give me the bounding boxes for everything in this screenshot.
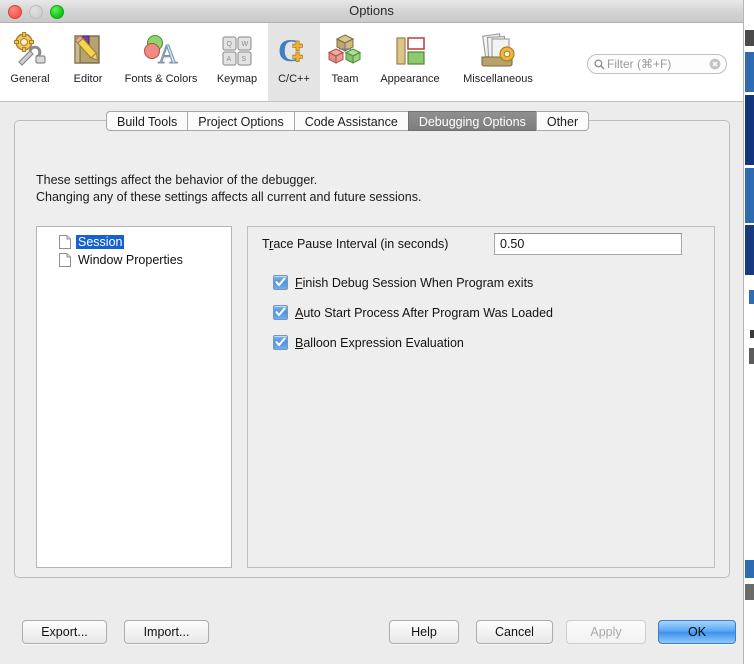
- svg-text:A: A: [158, 39, 178, 68]
- label-part-post: alloon Expression Evaluation: [303, 335, 464, 350]
- checkbox-label: Auto Start Process After Program Was Loa…: [295, 306, 553, 320]
- keyboard-keys-icon: Q W A S: [219, 29, 255, 71]
- import-button[interactable]: Import...: [124, 620, 209, 644]
- documents-gear-icon: [478, 29, 518, 71]
- svg-text:S: S: [242, 56, 247, 63]
- document-icon: [59, 253, 71, 267]
- toolbar-item-appearance[interactable]: Appearance: [370, 23, 450, 101]
- toolbar-item-label: C/C++: [278, 73, 310, 85]
- checkbox-label: Finish Debug Session When Program exits: [295, 276, 533, 290]
- label-part-post: uto Start Process After Program Was Load…: [303, 305, 553, 320]
- tree-item-window-properties[interactable]: Window Properties: [37, 251, 231, 269]
- tab-debugging-options[interactable]: Debugging Options: [407, 111, 536, 131]
- screen: Options General Editor A Fonts & Colors …: [0, 0, 754, 664]
- options-tab-bar: Build Tools Project Options Code Assista…: [106, 111, 590, 131]
- search-icon: [594, 58, 605, 70]
- toolbar-item-team[interactable]: Team: [320, 23, 370, 101]
- checkbox-label: Balloon Expression Evaluation: [295, 336, 464, 350]
- toolbar-item-label: Keymap: [216, 73, 258, 85]
- filter-search-field[interactable]: Filter (⌘+F): [587, 54, 727, 74]
- cubes-icon: [327, 29, 363, 71]
- toolbar-item-label: Team: [331, 73, 359, 85]
- toolbar-item-miscellaneous[interactable]: Miscellaneous: [450, 23, 546, 101]
- search-input[interactable]: Filter (⌘+F): [607, 57, 709, 71]
- checkbox-finish-debug-session[interactable]: Finish Debug Session When Program exits: [273, 275, 533, 290]
- checkbox-auto-start-process[interactable]: Auto Start Process After Program Was Loa…: [273, 305, 553, 320]
- toolbar-item-editor[interactable]: Editor: [60, 23, 116, 101]
- options-window: Options General Editor A Fonts & Colors …: [0, 0, 744, 664]
- toolbar-item-label: Fonts & Colors: [124, 73, 198, 85]
- ok-button[interactable]: OK: [658, 620, 736, 644]
- description-text: These settings affect the behavior of th…: [36, 172, 421, 206]
- tree-item-label: Window Properties: [78, 253, 183, 267]
- apply-button: Apply: [566, 620, 646, 644]
- settings-pane: Trace Pause Interval (in seconds) 0.50 F…: [247, 226, 715, 568]
- tree-item-session[interactable]: Session: [37, 233, 231, 251]
- svg-text:Q: Q: [227, 41, 233, 48]
- toolbar-item-c-cpp[interactable]: C C/C++: [268, 23, 320, 101]
- book-pencil-icon: [71, 29, 105, 71]
- toolbar-item-label: Appearance: [380, 73, 440, 85]
- checkbox-balloon-expression-evaluation[interactable]: Balloon Expression Evaluation: [273, 335, 464, 350]
- export-button[interactable]: Export...: [22, 620, 107, 644]
- checkbox-icon[interactable]: [273, 335, 288, 350]
- toolbar-item-label: Editor: [73, 73, 103, 85]
- help-button[interactable]: Help: [389, 620, 459, 644]
- c-plus-plus-icon: C: [277, 29, 311, 71]
- options-toolbar: General Editor A Fonts & Colors Q W A S …: [0, 23, 743, 102]
- gear-wrench-icon: [11, 29, 49, 71]
- toolbar-item-keymap[interactable]: Q W A S Keymap: [206, 23, 268, 101]
- tab-build-tools[interactable]: Build Tools: [106, 111, 188, 131]
- dialog-button-bar: Export... Import... Help Cancel Apply OK: [0, 620, 744, 650]
- checkbox-icon[interactable]: [273, 305, 288, 320]
- tab-code-assistance[interactable]: Code Assistance: [293, 111, 408, 131]
- checkbox-icon[interactable]: [273, 275, 288, 290]
- clear-circle-icon[interactable]: [709, 58, 721, 70]
- window-title: Options: [349, 3, 394, 18]
- document-icon: [59, 235, 71, 249]
- svg-text:W: W: [242, 41, 249, 48]
- toolbar-item-fonts-colors[interactable]: A Fonts & Colors: [116, 23, 206, 101]
- layout-panels-icon: [391, 29, 429, 71]
- label-mnemonic: F: [295, 275, 303, 290]
- window-titlebar: Options: [0, 0, 743, 23]
- trace-pause-interval-input[interactable]: 0.50: [494, 233, 682, 255]
- category-tree[interactable]: Session Window Properties: [36, 226, 232, 568]
- toolbar-item-label: General: [10, 73, 50, 85]
- font-palette-icon: A: [141, 29, 181, 71]
- tab-other[interactable]: Other: [535, 111, 590, 131]
- cancel-button[interactable]: Cancel: [476, 620, 553, 644]
- tab-project-options[interactable]: Project Options: [187, 111, 294, 131]
- label-part-post: ace Pause Interval (in seconds): [273, 237, 449, 251]
- svg-text:A: A: [227, 56, 232, 63]
- tree-item-label: Session: [76, 235, 125, 249]
- toolbar-item-label: Miscellaneous: [463, 73, 533, 85]
- trace-pause-interval-label: Trace Pause Interval (in seconds): [262, 237, 448, 251]
- label-part-post: inish Debug Session When Program exits: [302, 275, 534, 290]
- toolbar-item-general[interactable]: General: [0, 23, 60, 101]
- description-line-1: These settings affect the behavior of th…: [36, 173, 318, 187]
- description-line-2: Changing any of these settings affects a…: [36, 190, 422, 204]
